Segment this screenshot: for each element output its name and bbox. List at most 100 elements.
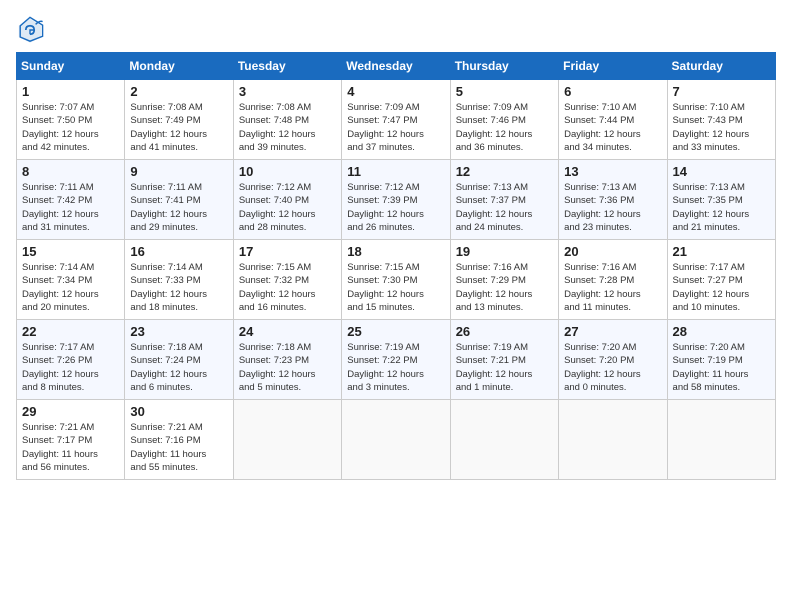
day-info: Sunrise: 7:13 AMSunset: 7:35 PMDaylight:… bbox=[673, 181, 770, 234]
day-info: Sunrise: 7:11 AMSunset: 7:41 PMDaylight:… bbox=[130, 181, 227, 234]
day-number: 17 bbox=[239, 244, 336, 259]
calendar-header-wednesday: Wednesday bbox=[342, 53, 450, 80]
day-info: Sunrise: 7:08 AMSunset: 7:48 PMDaylight:… bbox=[239, 101, 336, 154]
day-number: 4 bbox=[347, 84, 444, 99]
day-info: Sunrise: 7:21 AMSunset: 7:16 PMDaylight:… bbox=[130, 421, 227, 474]
calendar-cell-10: 10 Sunrise: 7:12 AMSunset: 7:40 PMDayligh… bbox=[233, 160, 341, 240]
day-info: Sunrise: 7:21 AMSunset: 7:17 PMDaylight:… bbox=[22, 421, 119, 474]
day-info: Sunrise: 7:09 AMSunset: 7:46 PMDaylight:… bbox=[456, 101, 553, 154]
day-info: Sunrise: 7:19 AMSunset: 7:21 PMDaylight:… bbox=[456, 341, 553, 394]
day-info: Sunrise: 7:10 AMSunset: 7:44 PMDaylight:… bbox=[564, 101, 661, 154]
calendar-cell-21: 21 Sunrise: 7:17 AMSunset: 7:27 PMDayligh… bbox=[667, 240, 775, 320]
day-info: Sunrise: 7:17 AMSunset: 7:26 PMDaylight:… bbox=[22, 341, 119, 394]
calendar-week-row-4: 22 Sunrise: 7:17 AMSunset: 7:26 PMDayligh… bbox=[17, 320, 776, 400]
calendar-header-thursday: Thursday bbox=[450, 53, 558, 80]
day-info: Sunrise: 7:15 AMSunset: 7:30 PMDaylight:… bbox=[347, 261, 444, 314]
calendar-cell-6: 6 Sunrise: 7:10 AMSunset: 7:44 PMDaylight… bbox=[559, 80, 667, 160]
day-number: 14 bbox=[673, 164, 770, 179]
calendar-cell-14: 14 Sunrise: 7:13 AMSunset: 7:35 PMDayligh… bbox=[667, 160, 775, 240]
calendar-header-sunday: Sunday bbox=[17, 53, 125, 80]
page-header bbox=[16, 16, 776, 44]
day-info: Sunrise: 7:12 AMSunset: 7:39 PMDaylight:… bbox=[347, 181, 444, 234]
calendar-cell-empty bbox=[450, 400, 558, 480]
day-number: 8 bbox=[22, 164, 119, 179]
day-info: Sunrise: 7:18 AMSunset: 7:23 PMDaylight:… bbox=[239, 341, 336, 394]
calendar-cell-29: 29 Sunrise: 7:21 AMSunset: 7:17 PMDayligh… bbox=[17, 400, 125, 480]
calendar-week-row-3: 15 Sunrise: 7:14 AMSunset: 7:34 PMDayligh… bbox=[17, 240, 776, 320]
calendar-cell-24: 24 Sunrise: 7:18 AMSunset: 7:23 PMDayligh… bbox=[233, 320, 341, 400]
day-number: 25 bbox=[347, 324, 444, 339]
calendar-cell-1: 1 Sunrise: 7:07 AMSunset: 7:50 PMDaylight… bbox=[17, 80, 125, 160]
calendar-cell-13: 13 Sunrise: 7:13 AMSunset: 7:36 PMDayligh… bbox=[559, 160, 667, 240]
day-number: 27 bbox=[564, 324, 661, 339]
calendar-cell-11: 11 Sunrise: 7:12 AMSunset: 7:39 PMDayligh… bbox=[342, 160, 450, 240]
day-info: Sunrise: 7:13 AMSunset: 7:36 PMDaylight:… bbox=[564, 181, 661, 234]
calendar-cell-empty bbox=[667, 400, 775, 480]
calendar-cell-17: 17 Sunrise: 7:15 AMSunset: 7:32 PMDayligh… bbox=[233, 240, 341, 320]
day-info: Sunrise: 7:16 AMSunset: 7:28 PMDaylight:… bbox=[564, 261, 661, 314]
calendar-cell-7: 7Sunrise: 7:10 AMSunset: 7:43 PMDaylight… bbox=[667, 80, 775, 160]
calendar-cell-20: 20 Sunrise: 7:16 AMSunset: 7:28 PMDayligh… bbox=[559, 240, 667, 320]
day-number: 29 bbox=[22, 404, 119, 419]
calendar-cell-3: 3 Sunrise: 7:08 AMSunset: 7:48 PMDaylight… bbox=[233, 80, 341, 160]
calendar-cell-12: 12Sunrise: 7:13 AMSunset: 7:37 PMDayligh… bbox=[450, 160, 558, 240]
calendar-table: SundayMondayTuesdayWednesdayThursdayFrid… bbox=[16, 52, 776, 480]
day-number: 16 bbox=[130, 244, 227, 259]
day-info: Sunrise: 7:14 AMSunset: 7:33 PMDaylight:… bbox=[130, 261, 227, 314]
calendar-cell-18: 18Sunrise: 7:15 AMSunset: 7:30 PMDayligh… bbox=[342, 240, 450, 320]
day-info: Sunrise: 7:08 AMSunset: 7:49 PMDaylight:… bbox=[130, 101, 227, 154]
calendar-cell-16: 16 Sunrise: 7:14 AMSunset: 7:33 PMDayligh… bbox=[125, 240, 233, 320]
day-info: Sunrise: 7:11 AMSunset: 7:42 PMDaylight:… bbox=[22, 181, 119, 234]
day-number: 20 bbox=[564, 244, 661, 259]
calendar-cell-4: 4 Sunrise: 7:09 AMSunset: 7:47 PMDaylight… bbox=[342, 80, 450, 160]
calendar-cell-15: 15 Sunrise: 7:14 AMSunset: 7:34 PMDayligh… bbox=[17, 240, 125, 320]
day-info: Sunrise: 7:10 AMSunset: 7:43 PMDaylight:… bbox=[673, 101, 770, 154]
calendar-cell-empty bbox=[559, 400, 667, 480]
day-number: 10 bbox=[239, 164, 336, 179]
logo bbox=[16, 16, 48, 44]
calendar-cell-5: 5 Sunrise: 7:09 AMSunset: 7:46 PMDaylight… bbox=[450, 80, 558, 160]
day-number: 11 bbox=[347, 164, 444, 179]
day-info: Sunrise: 7:18 AMSunset: 7:24 PMDaylight:… bbox=[130, 341, 227, 394]
day-number: 15 bbox=[22, 244, 119, 259]
day-number: 21 bbox=[673, 244, 770, 259]
calendar-header-monday: Monday bbox=[125, 53, 233, 80]
calendar-cell-22: 22 Sunrise: 7:17 AMSunset: 7:26 PMDayligh… bbox=[17, 320, 125, 400]
calendar-header-row: SundayMondayTuesdayWednesdayThursdayFrid… bbox=[17, 53, 776, 80]
calendar-cell-23: 23Sunrise: 7:18 AMSunset: 7:24 PMDayligh… bbox=[125, 320, 233, 400]
day-number: 30 bbox=[130, 404, 227, 419]
calendar-header-tuesday: Tuesday bbox=[233, 53, 341, 80]
calendar-header-friday: Friday bbox=[559, 53, 667, 80]
calendar-cell-25: 25 Sunrise: 7:19 AMSunset: 7:22 PMDayligh… bbox=[342, 320, 450, 400]
day-number: 9 bbox=[130, 164, 227, 179]
day-number: 1 bbox=[22, 84, 119, 99]
calendar-week-row-1: 1 Sunrise: 7:07 AMSunset: 7:50 PMDaylight… bbox=[17, 80, 776, 160]
day-number: 13 bbox=[564, 164, 661, 179]
day-info: Sunrise: 7:14 AMSunset: 7:34 PMDaylight:… bbox=[22, 261, 119, 314]
calendar-cell-empty bbox=[342, 400, 450, 480]
calendar-cell-26: 26Sunrise: 7:19 AMSunset: 7:21 PMDayligh… bbox=[450, 320, 558, 400]
calendar-cell-28: 28Sunrise: 7:20 AMSunset: 7:19 PMDayligh… bbox=[667, 320, 775, 400]
day-info: Sunrise: 7:20 AMSunset: 7:20 PMDaylight:… bbox=[564, 341, 661, 394]
day-info: Sunrise: 7:16 AMSunset: 7:29 PMDaylight:… bbox=[456, 261, 553, 314]
day-number: 3 bbox=[239, 84, 336, 99]
day-info: Sunrise: 7:20 AMSunset: 7:19 PMDaylight:… bbox=[673, 341, 770, 394]
day-number: 6 bbox=[564, 84, 661, 99]
day-number: 5 bbox=[456, 84, 553, 99]
day-info: Sunrise: 7:12 AMSunset: 7:40 PMDaylight:… bbox=[239, 181, 336, 234]
calendar-week-row-2: 8 Sunrise: 7:11 AMSunset: 7:42 PMDaylight… bbox=[17, 160, 776, 240]
day-number: 22 bbox=[22, 324, 119, 339]
calendar-cell-empty bbox=[233, 400, 341, 480]
calendar-header-saturday: Saturday bbox=[667, 53, 775, 80]
day-info: Sunrise: 7:09 AMSunset: 7:47 PMDaylight:… bbox=[347, 101, 444, 154]
day-number: 24 bbox=[239, 324, 336, 339]
day-info: Sunrise: 7:17 AMSunset: 7:27 PMDaylight:… bbox=[673, 261, 770, 314]
calendar-week-row-5: 29 Sunrise: 7:21 AMSunset: 7:17 PMDayligh… bbox=[17, 400, 776, 480]
day-number: 12 bbox=[456, 164, 553, 179]
calendar-cell-2: 2Sunrise: 7:08 AMSunset: 7:49 PMDaylight… bbox=[125, 80, 233, 160]
day-info: Sunrise: 7:07 AMSunset: 7:50 PMDaylight:… bbox=[22, 101, 119, 154]
day-number: 19 bbox=[456, 244, 553, 259]
day-info: Sunrise: 7:19 AMSunset: 7:22 PMDaylight:… bbox=[347, 341, 444, 394]
day-info: Sunrise: 7:15 AMSunset: 7:32 PMDaylight:… bbox=[239, 261, 336, 314]
calendar-cell-27: 27 Sunrise: 7:20 AMSunset: 7:20 PMDayligh… bbox=[559, 320, 667, 400]
